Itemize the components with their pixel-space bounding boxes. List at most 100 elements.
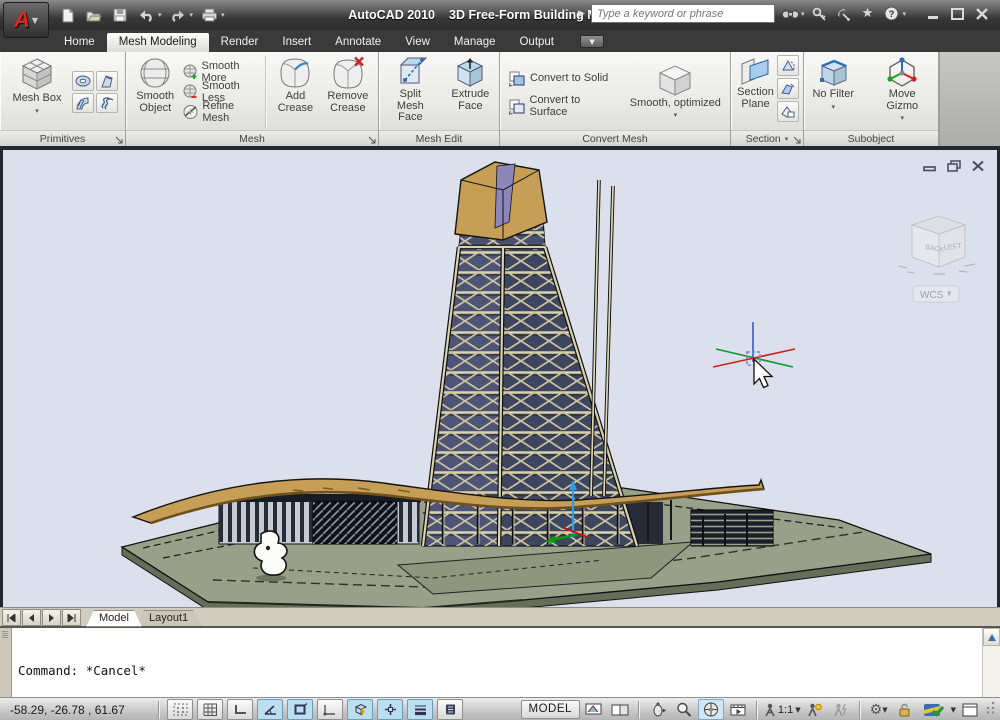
- annotation-visibility-button[interactable]: [803, 700, 827, 719]
- open-button[interactable]: [84, 6, 104, 24]
- wcs-menu[interactable]: WCS: [913, 286, 959, 302]
- maximize-button[interactable]: [950, 7, 966, 20]
- steering-wheel-button[interactable]: [698, 699, 724, 720]
- ribbon-minimize-button[interactable]: ▼: [580, 35, 604, 48]
- mesh-box-button[interactable]: Mesh Box ▾: [4, 55, 70, 129]
- pan-button[interactable]: [646, 700, 670, 719]
- favorites-star-icon[interactable]: ★: [858, 6, 876, 22]
- remove-crease-button[interactable]: Remove Crease: [322, 55, 374, 129]
- drawing-close-button[interactable]: [971, 160, 985, 172]
- tab-first-button[interactable]: [2, 609, 21, 626]
- zoom-button[interactable]: [672, 700, 696, 719]
- quick-properties-toggle[interactable]: [437, 699, 463, 720]
- smooth-more-button[interactable]: Smooth More: [182, 62, 260, 82]
- command-window-grip[interactable]: [0, 628, 12, 699]
- help-button[interactable]: ?: [882, 6, 900, 22]
- layout1-tab[interactable]: Layout1: [136, 610, 201, 627]
- dynamic-ucs-toggle[interactable]: [347, 699, 373, 720]
- snap-mode-toggle[interactable]: [167, 699, 193, 720]
- drawing-canvas[interactable]: BACK LEFT WCS: [3, 150, 997, 607]
- object-snap-tracking-toggle[interactable]: [317, 699, 343, 720]
- add-jog-button[interactable]: [777, 78, 799, 99]
- subscription-button[interactable]: [810, 6, 828, 22]
- plot-button[interactable]: [199, 6, 219, 24]
- object-snap-toggle[interactable]: [287, 699, 313, 720]
- edge-surface-button[interactable]: [96, 71, 118, 91]
- panel-expand-dart-icon[interactable]: [115, 136, 123, 144]
- quick-view-drawings-button[interactable]: [582, 700, 606, 719]
- toolbar-lock-button[interactable]: [893, 700, 917, 719]
- drawing-minimize-button[interactable]: [923, 160, 938, 172]
- tabulated-surface-button[interactable]: [96, 93, 118, 113]
- application-menu-button[interactable]: A ▼: [3, 2, 49, 38]
- tab-last-button[interactable]: [62, 609, 81, 626]
- tab-mesh-modeling[interactable]: Mesh Modeling: [107, 33, 209, 52]
- move-gizmo-button[interactable]: Move Gizmo ▾: [870, 55, 934, 129]
- add-crease-button[interactable]: Add Crease: [271, 55, 320, 129]
- clean-screen-button[interactable]: [958, 700, 982, 719]
- search-button[interactable]: [781, 6, 799, 22]
- ruled-surface-button[interactable]: [72, 93, 94, 113]
- smooth-less-icon: [182, 84, 197, 100]
- extrude-face-button[interactable]: Extrude Face: [446, 55, 495, 129]
- tab-render[interactable]: Render: [209, 33, 271, 52]
- save-button[interactable]: [110, 6, 130, 24]
- pan-icon: [650, 702, 666, 717]
- resize-grip[interactable]: [984, 700, 996, 719]
- section-panel-dropdown-icon[interactable]: ▾: [785, 135, 789, 143]
- tab-prev-button[interactable]: [22, 609, 41, 626]
- dynamic-input-toggle[interactable]: [377, 699, 403, 720]
- minimize-button[interactable]: [926, 7, 942, 20]
- model-space-button[interactable]: MODEL: [521, 700, 580, 719]
- undo-dropdown[interactable]: ▾: [158, 11, 162, 19]
- tab-insert[interactable]: Insert: [270, 33, 323, 52]
- model-tab[interactable]: Model: [86, 610, 142, 627]
- smooth-less-button[interactable]: Smooth Less: [182, 82, 260, 102]
- smooth-object-button[interactable]: Smooth Object: [130, 55, 180, 129]
- quick-view-layouts-button[interactable]: [608, 700, 632, 719]
- smooth-optimized-button[interactable]: Smooth, optimized ▾: [625, 62, 726, 123]
- performance-tuner-button[interactable]: [919, 700, 949, 719]
- show-motion-button[interactable]: [726, 700, 750, 719]
- qat-menu-dropdown[interactable]: ▾: [221, 11, 225, 19]
- section-plane-button[interactable]: Section Plane: [735, 55, 776, 129]
- workspace-switching-button[interactable]: ⚙▼: [867, 700, 891, 719]
- status-menu-dropdown[interactable]: ▼: [951, 706, 956, 714]
- tab-annotate[interactable]: Annotate: [323, 33, 393, 52]
- generate-section-icon: [780, 105, 796, 119]
- help-dropdown[interactable]: ▾: [902, 10, 906, 18]
- annotation-scale-button[interactable]: 1:1 ▼: [764, 703, 801, 717]
- redo-dropdown[interactable]: ▾: [190, 11, 194, 19]
- drawing-restore-button[interactable]: [947, 160, 962, 172]
- no-filter-button[interactable]: No Filter ▾: [808, 55, 858, 129]
- tab-view[interactable]: View: [393, 33, 442, 52]
- search-input[interactable]: [591, 4, 775, 23]
- tab-next-button[interactable]: [42, 609, 61, 626]
- redo-button[interactable]: [168, 6, 188, 24]
- close-button[interactable]: [974, 7, 990, 20]
- grid-display-toggle[interactable]: [197, 699, 223, 720]
- generate-section-button[interactable]: [777, 101, 799, 122]
- polar-tracking-toggle[interactable]: [257, 699, 283, 720]
- split-mesh-face-button[interactable]: Split Mesh Face: [383, 55, 438, 129]
- undo-button[interactable]: [136, 6, 156, 24]
- tab-output[interactable]: Output: [507, 33, 566, 52]
- panel-expand-dart-icon[interactable]: [793, 136, 801, 144]
- search-dropdown[interactable]: ▾: [801, 10, 805, 18]
- panel-expand-dart-icon[interactable]: [368, 136, 376, 144]
- revolved-surface-button[interactable]: [72, 71, 94, 91]
- tab-manage[interactable]: Manage: [442, 33, 508, 52]
- drawing-area[interactable]: BACK LEFT WCS: [3, 150, 997, 607]
- scroll-up-button[interactable]: [983, 628, 1000, 646]
- refine-mesh-button[interactable]: Refine Mesh: [182, 102, 260, 122]
- annotation-autoscale-button[interactable]: [829, 700, 853, 719]
- ortho-mode-toggle[interactable]: [227, 699, 253, 720]
- infocenter-expand-icon[interactable]: ▶: [578, 9, 585, 19]
- tab-home[interactable]: Home: [52, 33, 107, 52]
- lineweight-toggle[interactable]: [407, 699, 433, 720]
- communication-center-button[interactable]: [834, 6, 852, 22]
- convert-to-surface-button[interactable]: Convert to Surface: [508, 96, 619, 116]
- live-section-button[interactable]: [777, 55, 799, 76]
- new-button[interactable]: [58, 6, 78, 24]
- convert-to-solid-button[interactable]: Convert to Solid: [508, 68, 619, 88]
